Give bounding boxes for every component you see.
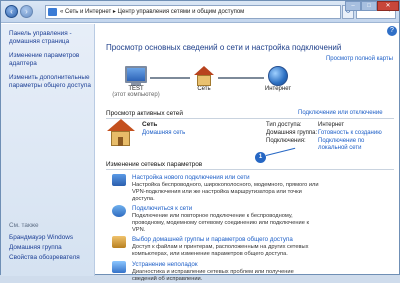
globe-icon <box>268 66 288 86</box>
help-icon[interactable]: ? <box>387 26 397 36</box>
internet-name: Интернет <box>264 86 292 92</box>
map-node-computer: TEST (этот компьютер) <box>106 66 166 98</box>
access-type-value: Интернет <box>318 122 345 128</box>
access-type-label: Тип доступа: <box>266 122 302 128</box>
map-node-internet: Интернет <box>248 66 308 92</box>
home-network-icon <box>193 66 215 86</box>
task-desc: Настройка беспроводного, широкополосного… <box>132 182 319 202</box>
computer-icon <box>125 66 147 83</box>
see-also-label: См. также <box>9 222 39 229</box>
address-bar[interactable]: « Сеть и Интернет ▸ Центр управления сет… <box>45 5 341 19</box>
network-folder-icon <box>48 8 57 16</box>
sidebar-item-adapter-settings[interactable]: Изменение параметров адаптера <box>9 52 93 68</box>
homegroup-label: Домашняя группа: <box>266 130 318 136</box>
callout-line <box>265 147 296 156</box>
sidebar: Панель управления - домашняя страница Из… <box>1 24 95 276</box>
page-title: Просмотр основных сведений о сети и наст… <box>106 43 342 52</box>
title-bar: ‹ › « Сеть и Интернет ▸ Центр управления… <box>1 1 399 23</box>
sidebar-item-firewall[interactable]: Брандмауэр Windows <box>9 234 93 242</box>
back-arrow-icon: ‹ <box>10 7 13 16</box>
task-link-new-connection[interactable]: Настройка нового подключения или сети <box>132 174 250 181</box>
network-type-link[interactable]: Домашняя сеть <box>142 130 185 136</box>
forward-button[interactable]: › <box>20 5 33 18</box>
address-text: « Сеть и Интернет ▸ Центр управления сет… <box>60 9 245 15</box>
task-desc: Доступ к файлам и принтерам, расположенн… <box>132 244 309 257</box>
task-desc: Подключение или повторное подключение к … <box>132 213 309 233</box>
home-network-large-icon <box>106 119 136 147</box>
troubleshoot-icon <box>112 261 126 273</box>
map-node-network: Сеть <box>174 66 234 92</box>
task-desc: Диагностика и исправление сетевых пробле… <box>132 269 294 282</box>
task-link-homegroup[interactable]: Выбор домашней группы и параметров общег… <box>132 236 293 243</box>
callout-number: 1 <box>255 152 266 163</box>
computer-subtitle: (этот компьютер) <box>112 92 160 98</box>
window-controls: – □ ✕ <box>345 1 399 11</box>
new-connection-icon <box>112 174 126 186</box>
lan-connection-link[interactable]: Подключение по локальной сети <box>318 138 376 152</box>
active-network: Сеть Домашняя сеть Тип доступа: Интернет… <box>106 119 396 163</box>
homegroup-link[interactable]: Готовность к созданию <box>318 130 382 136</box>
sidebar-item-homegroup[interactable]: Домашняя группа <box>9 244 93 252</box>
connections-label: Подключения: <box>266 138 306 144</box>
full-map-link[interactable]: Просмотр полной карты <box>326 56 393 62</box>
connect-disconnect-link[interactable]: Подключение или отключение <box>298 110 383 116</box>
active-network-name: Сеть <box>142 121 158 128</box>
network-name: Сеть <box>197 86 211 92</box>
task-link-connect-network[interactable]: Подключиться к сети <box>132 205 192 212</box>
main-content: ? Просмотр основных сведений о сети и на… <box>96 24 400 282</box>
homegroup-icon <box>112 236 126 248</box>
task-link-troubleshoot[interactable]: Устранение неполадок <box>132 261 198 268</box>
connect-network-icon <box>112 205 126 217</box>
close-button[interactable]: ✕ <box>377 1 399 11</box>
network-map: TEST (этот компьютер) Сеть Интернет <box>106 62 326 104</box>
sidebar-item-advanced-sharing[interactable]: Изменить дополнительные параметры общего… <box>9 74 93 90</box>
control-panel-window: ‹ › « Сеть и Интернет ▸ Центр управления… <box>0 0 400 282</box>
see-also-links: Брандмауэр Windows Домашняя группа Свойс… <box>9 234 93 264</box>
sidebar-item-control-panel-home[interactable]: Панель управления - домашняя страница <box>9 30 93 46</box>
minimize-button[interactable]: – <box>345 1 361 11</box>
active-networks-label: Просмотр активных сетей <box>106 110 183 117</box>
back-button[interactable]: ‹ <box>5 5 18 18</box>
sidebar-item-internet-options[interactable]: Свойства обозревателя <box>9 254 93 262</box>
change-settings-label: Изменение сетевых параметров <box>106 161 203 168</box>
divider-2 <box>106 169 394 170</box>
forward-arrow-icon: › <box>25 7 28 16</box>
maximize-button[interactable]: □ <box>361 1 377 11</box>
